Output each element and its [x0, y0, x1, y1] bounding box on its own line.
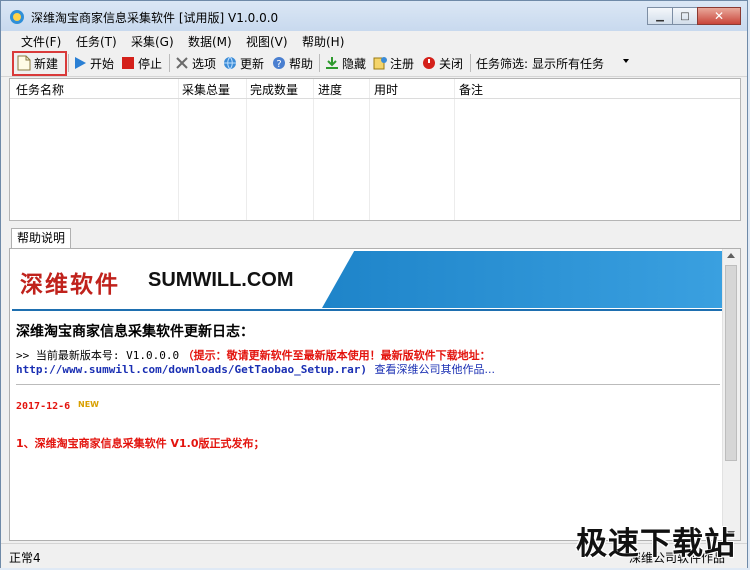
new-button[interactable]: 新建	[17, 54, 58, 72]
close-window-button[interactable]: ✕	[697, 7, 741, 25]
download-link[interactable]: http://www.sumwill.com/downloads/GetTaob…	[16, 363, 367, 376]
menu-task[interactable]: 任务(T)	[76, 33, 117, 50]
update-label: 更新	[240, 56, 265, 71]
menu-help[interactable]: 帮助(H)	[302, 33, 344, 50]
tab-help[interactable]: 帮助说明	[11, 228, 71, 248]
release-note: 1、深维淘宝商家信息采集软件 V1.0版正式发布；	[16, 437, 265, 450]
menu-collect[interactable]: 采集(G)	[131, 33, 174, 50]
menu-view[interactable]: 视图(V)	[246, 33, 288, 50]
update-button[interactable]: 更新	[223, 54, 264, 72]
task-table[interactable]: 任务名称 采集总量 完成数量 进度 用时 备注	[9, 78, 741, 221]
scroll-thumb[interactable]	[725, 265, 737, 461]
tools-icon	[176, 57, 188, 69]
column-header-time[interactable]: 用时	[374, 81, 398, 98]
changelog-title: 深维淘宝商家信息采集软件更新日志：	[16, 324, 254, 340]
column-header-completed[interactable]: 完成数量	[250, 81, 298, 98]
play-icon	[75, 57, 86, 69]
register-icon	[373, 57, 387, 70]
power-icon	[423, 57, 435, 69]
help-icon: ?	[273, 57, 285, 70]
banner-brand-cn: 深维软件	[20, 271, 120, 298]
watermark: 极速下载站	[576, 526, 736, 562]
filter-label: 任务筛选:	[476, 56, 529, 71]
download-line: http://www.sumwill.com/downloads/GetTaob…	[16, 361, 495, 377]
status-text: 正常4	[9, 551, 41, 565]
close-button[interactable]: 关闭	[422, 54, 463, 72]
start-button[interactable]: 开始	[73, 54, 114, 72]
vertical-scrollbar[interactable]	[722, 249, 740, 540]
banner-graphic	[322, 251, 724, 308]
stop-button[interactable]: 停止	[121, 54, 162, 72]
minimize-button[interactable]: ▁	[647, 7, 673, 25]
register-button[interactable]: 注册	[373, 54, 414, 72]
column-header-task-name[interactable]: 任务名称	[16, 81, 64, 98]
app-window: 深维淘宝商家信息采集软件 [试用版] V1.0.0.0 ▁ □ ✕ 文件(F) …	[0, 0, 748, 568]
divider	[16, 384, 720, 385]
options-label: 选项	[192, 56, 217, 71]
table-header: 任务名称 采集总量 完成数量 进度 用时 备注	[10, 79, 740, 99]
start-label: 开始	[90, 56, 115, 71]
maximize-button[interactable]: □	[672, 7, 698, 25]
menu-file[interactable]: 文件(F)	[21, 33, 61, 50]
svg-text:?: ?	[276, 59, 281, 70]
banner: 深维软件 SUMWILL.COM	[12, 251, 724, 308]
title-bar: 深维淘宝商家信息采集软件 [试用版] V1.0.0.0 ▁ □ ✕	[1, 1, 747, 31]
banner-brand-en: SUMWILL.COM	[148, 269, 294, 291]
new-file-icon	[17, 55, 31, 71]
more-works-link[interactable]: 查看深维公司其他作品...	[375, 363, 496, 376]
column-header-progress[interactable]: 进度	[318, 81, 342, 98]
stop-icon	[122, 57, 134, 69]
column-header-total[interactable]: 采集总量	[182, 81, 230, 98]
new-badge: NEW	[78, 400, 99, 409]
column-header-notes[interactable]: 备注	[459, 81, 483, 98]
hide-button[interactable]: 隐藏	[325, 54, 366, 72]
release-date: 2017-12-6	[16, 401, 71, 412]
hide-label: 隐藏	[342, 56, 367, 71]
tab-bar: 帮助说明	[9, 227, 741, 248]
chevron-down-icon	[623, 59, 629, 63]
options-button[interactable]: 选项	[175, 54, 216, 72]
help-button[interactable]: ? 帮助	[272, 54, 313, 72]
filter-value: 显示所有任务	[532, 57, 605, 71]
register-label: 注册	[390, 56, 415, 71]
window-title: 深维淘宝商家信息采集软件 [试用版] V1.0.0.0	[31, 11, 279, 25]
close-label: 关闭	[439, 56, 464, 71]
task-filter-select[interactable]: 显示所有任务	[529, 53, 633, 72]
download-icon	[326, 57, 338, 69]
help-panel: 深维软件 SUMWILL.COM 深维淘宝商家信息采集软件更新日志： >> 当前…	[9, 248, 741, 541]
new-label: 新建	[34, 56, 59, 71]
stop-label: 停止	[138, 56, 163, 71]
toolbar: 新建 开始 停止 选项 更新 ? 帮助 隐藏 注册 关闭 任务筛选: 显示所有任…	[1, 50, 747, 77]
app-icon	[10, 10, 24, 24]
menu-data[interactable]: 数据(M)	[188, 33, 232, 50]
scroll-up-icon[interactable]	[727, 253, 735, 258]
help-label: 帮助	[289, 56, 314, 71]
menu-bar: 文件(F) 任务(T) 采集(G) 数据(M) 视图(V) 帮助(H)	[1, 31, 747, 50]
globe-icon	[224, 56, 236, 70]
